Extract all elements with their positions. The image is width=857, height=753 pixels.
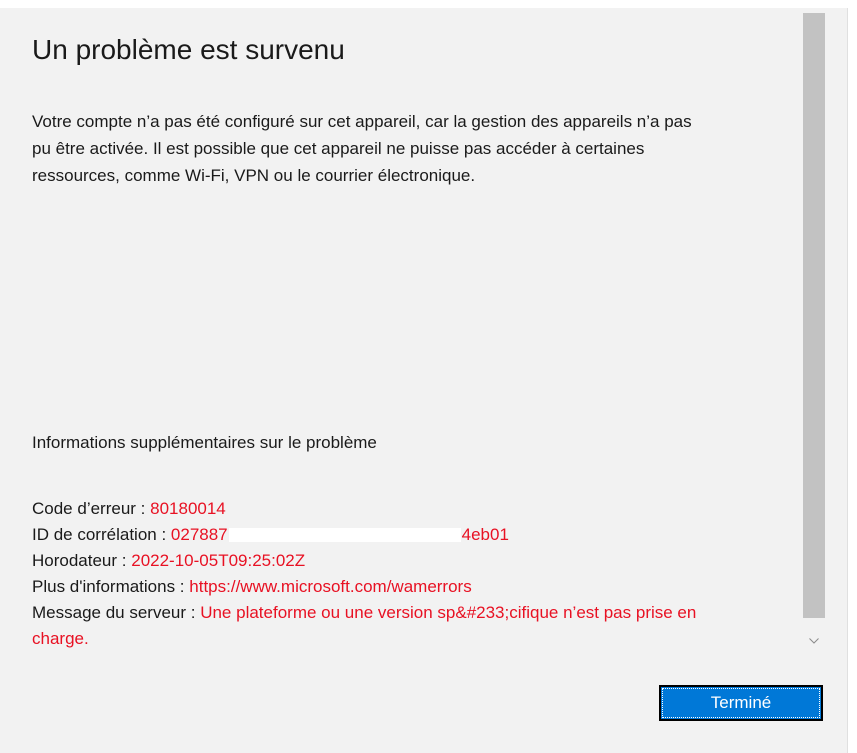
correlation-id-row: ID de corrélation : 027887 4eb01 [32,522,807,548]
timestamp-label: Horodateur : [32,551,132,570]
page-title: Un problème est survenu [32,34,345,65]
error-code-row: Code d’erreur : 80180014 [32,496,807,522]
correlation-id-label: ID de corrélation : [32,525,171,544]
server-message-value-continued: charge. [32,629,89,648]
scrollbar-thumb[interactable] [803,13,825,618]
more-info-link: https://www.microsoft.com/wamerrors [189,577,472,596]
error-message-line: Votre compte n’a pas été configuré sur c… [32,112,692,131]
correlation-id-value-start: 027887 [170,525,228,544]
vertical-scrollbar[interactable] [803,8,825,663]
correlation-id-value-end: 4eb01 [461,525,509,544]
more-info-label: Plus d'informations : [32,577,190,596]
error-message-line: ressources, comme Wi-Fi, VPN ou le courr… [32,166,476,185]
error-details: Code d’erreur : 80180014 ID de corrélati… [32,496,807,652]
more-info-row: Plus d'informations : https://www.micros… [32,574,807,600]
server-message-row: Message du serveur : Une plateforme ou u… [32,600,807,626]
error-dialog: Un problème est survenu Votre compte n’a… [0,8,848,753]
scroll-down-button[interactable] [803,630,825,652]
timestamp-row: Horodateur : 2022-10-05T09:25:02Z [32,548,807,574]
dialog-content: Un problème est survenu Votre compte n’a… [32,8,807,658]
timestamp-value: 2022-10-05T09:25:02Z [131,551,306,570]
chevron-down-icon [809,638,819,644]
redaction-block [228,527,461,542]
error-code-label: Code d’erreur : [32,499,151,518]
server-message-value: Une plateforme ou une version sp&#233;ci… [200,603,697,622]
more-info-heading: Informations supplémentaires sur le prob… [32,433,377,452]
error-code-value: 80180014 [150,499,226,518]
done-button[interactable]: Terminé [659,685,823,721]
server-message-label: Message du serveur : [32,603,201,622]
server-message-row-continued: charge. [32,626,807,652]
error-message: Votre compte n’a pas été configuré sur c… [32,108,807,189]
error-message-line: pu être activée. Il est possible que cet… [32,139,645,158]
